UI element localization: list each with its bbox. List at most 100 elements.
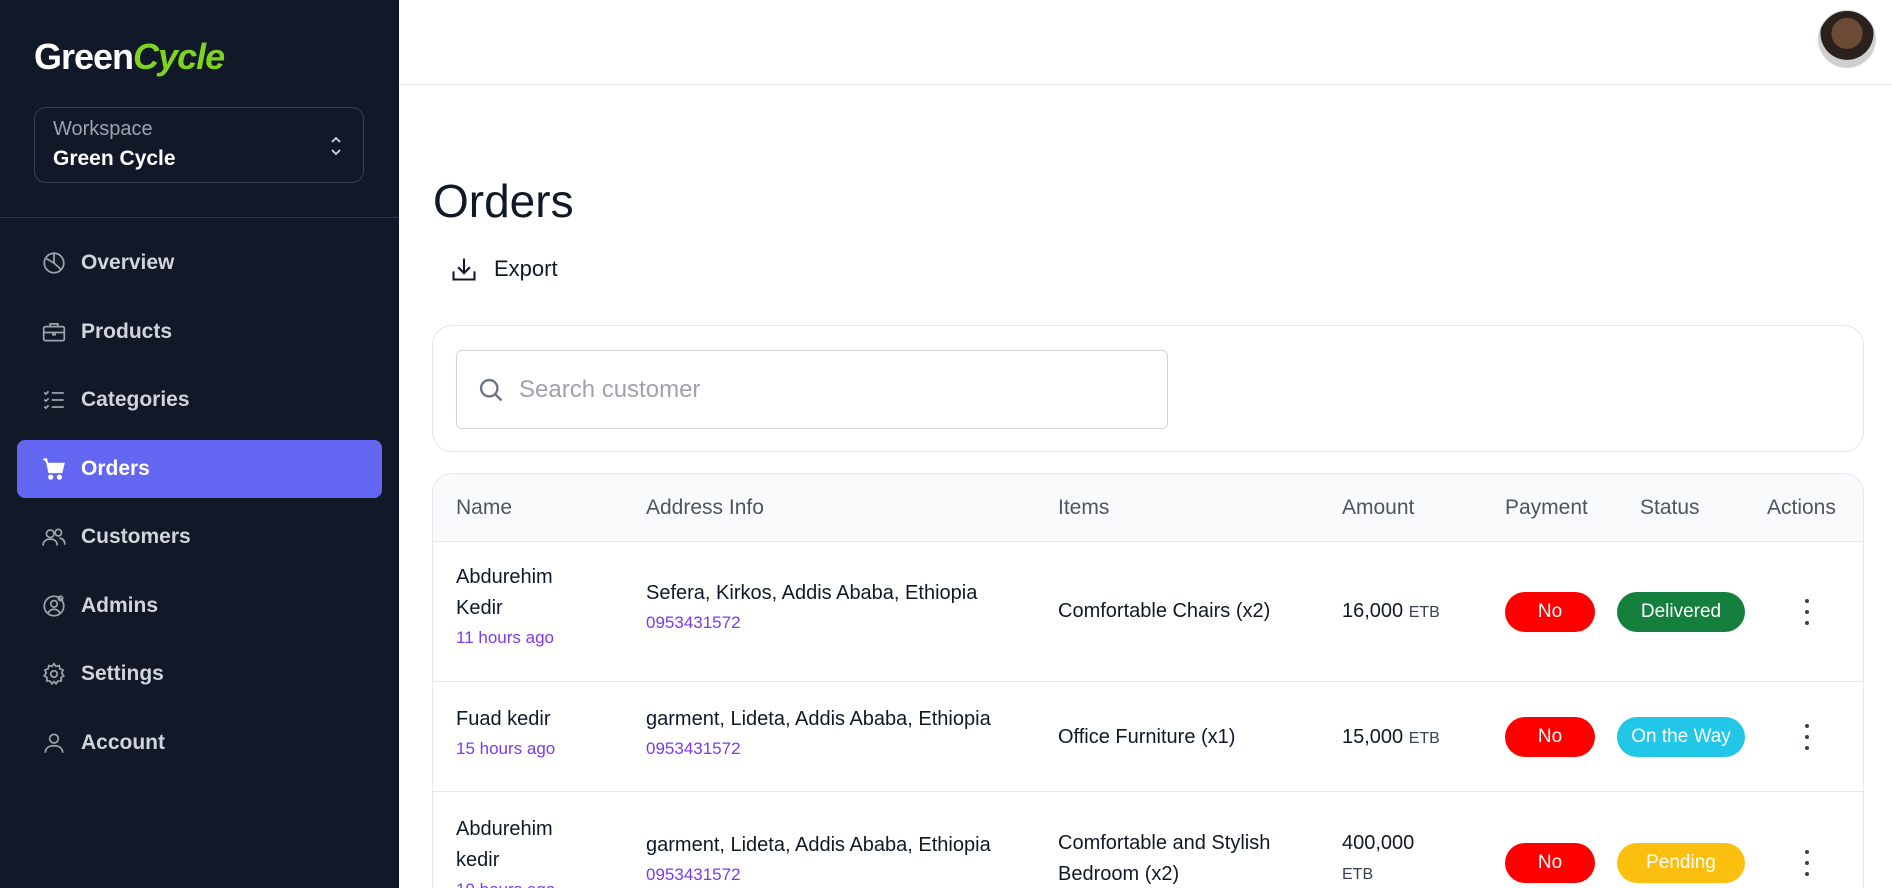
table-header: Name Address Info Items Amount Payment S… [433,474,1863,542]
sidebar-item-label: Admins [81,593,159,617]
address-text: Sefera, Kirkos, Addis Ababa, Ethiopia [646,582,978,604]
search-icon [479,378,503,401]
kebab-dot [1805,599,1809,603]
order-time: 15 hours ago [456,739,556,758]
sidebar-item-products[interactable]: Products [17,303,382,361]
workspace-label: Workspace [53,118,153,140]
sidebar-item-label: Categories [81,388,190,411]
customer-name-line2: kedir [456,849,500,871]
items-text-line2: Bedroom (x2) [1058,863,1180,885]
customer-name-line1: Abdurehim [456,566,553,588]
payment-badge: No [1505,592,1595,632]
sidebar-item-settings[interactable]: Settings [17,645,382,703]
column-header-status[interactable]: Status [1640,496,1700,520]
address-text: garment, Lideta, Addis Ababa, Ethiopia [646,708,991,730]
column-header-payment[interactable]: Payment [1505,496,1588,520]
amount-cell: 16,000 ETB [1342,596,1440,628]
phone-link[interactable]: 0953431572 [646,609,977,637]
payment-badge: No [1505,843,1595,883]
topbar [399,0,1892,85]
items-text: Office Furniture (x1) [1058,726,1236,748]
customer-name-line1: Fuad kedir [456,708,551,730]
items-text-line1: Comfortable and Stylish [1058,832,1271,854]
items-text: Comfortable Chairs (x2) [1058,600,1271,622]
kebab-dot [1805,850,1809,854]
export-button[interactable]: Export [450,255,558,283]
column-header-amount[interactable]: Amount [1342,496,1414,520]
workspace-selector[interactable]: Workspace Green Cycle [34,107,364,183]
customer-name-cell: Abdurehim Kedir 11 hours ago [456,562,554,652]
phone-link[interactable]: 0953431572 [646,861,991,888]
checklist-icon [43,390,64,410]
search-card [432,325,1864,452]
amount-value: 400,000 [1342,832,1415,854]
row-actions-button[interactable] [1794,720,1820,754]
status-badge: Pending [1617,843,1745,883]
sidebar-item-label: Overview [81,251,175,274]
sidebar-item-label: Orders [81,456,150,480]
amount-currency: ETB [1408,730,1440,747]
sidebar-item-label: Customers [81,525,191,548]
status-badge: On the Way [1617,717,1745,757]
gear-icon [43,662,65,686]
user-circle-icon [43,594,65,617]
table-row[interactable]: Abdurehim Kedir 11 hours ago Sefera, Kir… [433,542,1863,682]
amount-cell: 400,000 ETB [1342,828,1414,888]
search-box[interactable] [456,350,1168,429]
address-text: garment, Lideta, Addis Ababa, Ethiopia [646,834,991,856]
items-cell: Office Furniture (x1) [1058,722,1235,753]
customer-name-cell: Fuad kedir 15 hours ago [456,704,555,763]
amount-value: 15,000 [1342,726,1404,748]
row-actions-button[interactable] [1794,595,1820,629]
orders-table: Name Address Info Items Amount Payment S… [432,473,1864,888]
sidebar-item-overview[interactable]: Overview [17,234,382,292]
order-time: 19 hours ago [456,876,555,888]
kebab-dot [1805,735,1809,739]
users-icon [42,528,66,546]
amount-currency: ETB [1408,604,1440,621]
search-input[interactable] [519,375,1139,404]
download-icon [452,258,476,281]
export-label: Export [494,256,558,281]
table-row[interactable]: Fuad kedir 15 hours ago garment, Lideta,… [433,682,1863,792]
kebab-dot [1805,610,1809,614]
sidebar-nav: Overview Products Categories Orders Cust… [17,234,382,782]
column-header-name[interactable]: Name [456,496,512,520]
kebab-dot [1805,621,1809,625]
amount-value: 16,000 [1342,600,1404,622]
sidebar-item-label: Account [81,730,165,754]
sidebar-divider [0,217,399,218]
avatar[interactable] [1818,10,1876,68]
row-actions-button[interactable] [1794,846,1820,880]
chevron-up-down-icon [331,136,341,156]
items-cell: Comfortable and Stylish Bedroom (x2) [1058,828,1270,888]
briefcase-icon [42,322,66,342]
sidebar-item-account[interactable]: Account [17,714,382,772]
address-cell: garment, Lideta, Addis Ababa, Ethiopia 0… [646,704,991,763]
sidebar: GreenCycle Workspace Green Cycle Overvie… [0,0,399,888]
sidebar-item-categories[interactable]: Categories [17,371,382,429]
customer-name-line2: Kedir [456,597,503,619]
column-header-address[interactable]: Address Info [646,496,764,520]
kebab-dot [1805,872,1809,876]
page-title: Orders [433,175,574,227]
sidebar-item-admins[interactable]: Admins [17,577,382,635]
address-cell: Sefera, Kirkos, Addis Ababa, Ethiopia 09… [646,578,977,637]
phone-link[interactable]: 0953431572 [646,735,991,763]
sidebar-item-customers[interactable]: Customers [17,508,382,566]
address-cell: garment, Lideta, Addis Ababa, Ethiopia 0… [646,830,991,888]
brand-logo-part2: Cycle [133,36,225,77]
items-cell: Comfortable Chairs (x2) [1058,596,1270,627]
sidebar-item-orders[interactable]: Orders [17,439,382,498]
column-header-items[interactable]: Items [1058,496,1109,520]
brand-logo-part1: Green [34,36,134,77]
customer-name-line1: Abdurehim [456,818,553,840]
pie-chart-icon [43,252,65,274]
kebab-dot [1805,724,1809,728]
table-row[interactable]: Abdurehim kedir 19 hours ago garment, Li… [433,792,1863,888]
brand-logo[interactable]: GreenCycle [34,36,225,78]
workspace-name: Green Cycle [53,147,176,170]
sidebar-item-label: Products [81,319,173,343]
user-icon [44,732,64,753]
sidebar-item-label: Settings [81,662,164,685]
